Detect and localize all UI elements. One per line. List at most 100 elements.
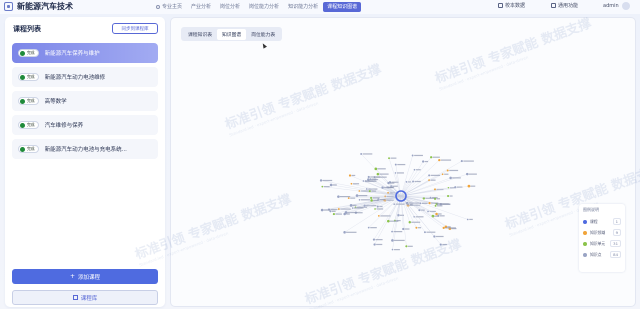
course-item[interactable]: 完成 汽车维修与保养	[12, 115, 158, 135]
graph-node[interactable]	[428, 201, 431, 205]
graph-node[interactable]	[365, 188, 368, 190]
course-library-button[interactable]: 课程库	[12, 290, 158, 305]
user-menu[interactable]: admin	[603, 2, 630, 10]
tab-knowledge-graph[interactable]: 知识图谱	[217, 28, 247, 40]
graph-node[interactable]	[393, 203, 396, 205]
graph-node[interactable]	[466, 172, 469, 176]
graph-node[interactable]	[320, 208, 324, 212]
graph-node[interactable]	[391, 239, 394, 242]
graph-node[interactable]	[321, 185, 324, 188]
graph-node[interactable]	[370, 199, 373, 202]
graph-node[interactable]	[358, 199, 361, 201]
nav-item-course-graph[interactable]: 课程知识图谱	[323, 2, 362, 12]
graph-node[interactable]	[405, 181, 408, 183]
graph-node-label	[449, 195, 453, 197]
graph-node[interactable]	[343, 231, 346, 234]
common-functions-link[interactable]: 通用功能	[551, 2, 578, 9]
graph-node[interactable]	[405, 245, 408, 248]
graph-node[interactable]	[374, 208, 376, 210]
graph-node[interactable]	[369, 178, 372, 180]
graph-node[interactable]	[402, 227, 405, 231]
tab-position-ability-table[interactable]: 岗位能力表	[246, 29, 280, 40]
graph-node[interactable]	[460, 160, 463, 163]
graph-node[interactable]	[391, 248, 394, 251]
graph-node[interactable]	[367, 175, 370, 179]
school-data-link[interactable]: 校本数据	[498, 2, 525, 9]
graph-node[interactable]	[360, 153, 363, 155]
graph-node[interactable]	[350, 182, 353, 185]
course-item[interactable]: 完成 新能源汽车动力电池与充电系统...	[12, 139, 158, 159]
graph-node[interactable]	[435, 212, 438, 216]
graph-node[interactable]	[374, 167, 378, 171]
knowledge-graph-canvas[interactable]: 标准引领 专家赋能 数据支撑 Standard-led · expert-empo…	[133, 16, 640, 309]
graph-node[interactable]	[428, 174, 431, 177]
graph-node[interactable]	[376, 172, 380, 176]
graph-node[interactable]	[386, 219, 390, 223]
graph-node[interactable]	[466, 218, 469, 221]
graph-node[interactable]	[367, 226, 370, 229]
graph-node[interactable]	[433, 235, 436, 238]
graph-node[interactable]	[411, 154, 414, 157]
graph-node[interactable]	[438, 158, 441, 162]
graph-node[interactable]	[447, 194, 450, 198]
graph-node[interactable]	[329, 210, 332, 213]
graph-node[interactable]	[355, 194, 359, 197]
nav-item-industry[interactable]: 产业分析	[187, 2, 215, 12]
tab-course-knowledge-table[interactable]: 课程知识表	[183, 29, 217, 40]
sync-to-library-button[interactable]: 同步到课程库	[112, 23, 158, 34]
graph-node-label	[411, 221, 421, 223]
graph-node[interactable]	[439, 243, 442, 246]
graph-node[interactable]	[467, 184, 471, 188]
graph-node[interactable]	[446, 169, 449, 172]
graph-node[interactable]	[349, 204, 353, 207]
graph-node[interactable]	[419, 202, 422, 205]
graph-node[interactable]	[337, 195, 340, 198]
graph-node[interactable]	[429, 196, 432, 199]
graph-node[interactable]	[368, 190, 371, 193]
graph-node[interactable]	[387, 181, 390, 185]
graph-node[interactable]	[413, 168, 416, 171]
graph-node-label	[371, 190, 377, 192]
graph-node[interactable]	[422, 160, 425, 163]
graph-node[interactable]	[434, 204, 437, 207]
graph-node[interactable]	[454, 186, 457, 189]
graph-node[interactable]	[372, 238, 376, 241]
nav-item-home[interactable]: 专业主页	[152, 2, 186, 12]
graph-node[interactable]	[388, 157, 391, 160]
graph-node[interactable]	[373, 243, 376, 246]
graph-node[interactable]	[394, 163, 397, 166]
graph-node[interactable]	[348, 174, 352, 177]
legend-item[interactable]: 课程 1	[583, 216, 621, 227]
graph-node[interactable]	[394, 172, 397, 174]
graph-node[interactable]	[347, 197, 350, 199]
graph-node[interactable]	[430, 156, 433, 159]
course-item[interactable]: 完成 高等数学	[12, 91, 158, 111]
knowledge-graph[interactable]	[171, 46, 637, 308]
graph-node[interactable]	[332, 213, 335, 216]
add-course-button[interactable]: + 添加课程	[12, 269, 158, 284]
graph-node[interactable]	[442, 226, 445, 230]
graph-node[interactable]	[381, 186, 384, 189]
graph-node[interactable]	[391, 230, 393, 233]
nav-item-knowledge-ability[interactable]: 知识能力分析	[284, 2, 322, 12]
course-item[interactable]: 完成 新能源汽车动力电池维修	[12, 67, 158, 87]
graph-node[interactable]	[377, 215, 380, 217]
graph-node[interactable]	[418, 209, 421, 212]
graph-node[interactable]	[415, 226, 418, 229]
graph-node[interactable]	[329, 183, 333, 187]
legend-item[interactable]: 知识单元 31	[583, 238, 621, 249]
graph-node[interactable]	[319, 179, 323, 182]
graph-node[interactable]	[437, 214, 440, 217]
graph-node[interactable]	[343, 212, 346, 216]
nav-item-position-ability[interactable]: 岗位能力分析	[245, 2, 283, 12]
graph-node[interactable]	[424, 231, 426, 234]
legend-item[interactable]: 知识点 84	[583, 249, 621, 260]
graph-node[interactable]	[408, 221, 411, 224]
legend-item[interactable]: 知识领域 9	[583, 227, 621, 238]
graph-node[interactable]	[370, 196, 373, 199]
graph-node[interactable]	[449, 176, 452, 180]
graph-node[interactable]	[351, 207, 354, 209]
course-item[interactable]: 完成 新能源汽车保养与维护	[12, 43, 158, 63]
graph-node[interactable]	[422, 197, 426, 200]
nav-item-position[interactable]: 岗位分析	[216, 2, 244, 12]
